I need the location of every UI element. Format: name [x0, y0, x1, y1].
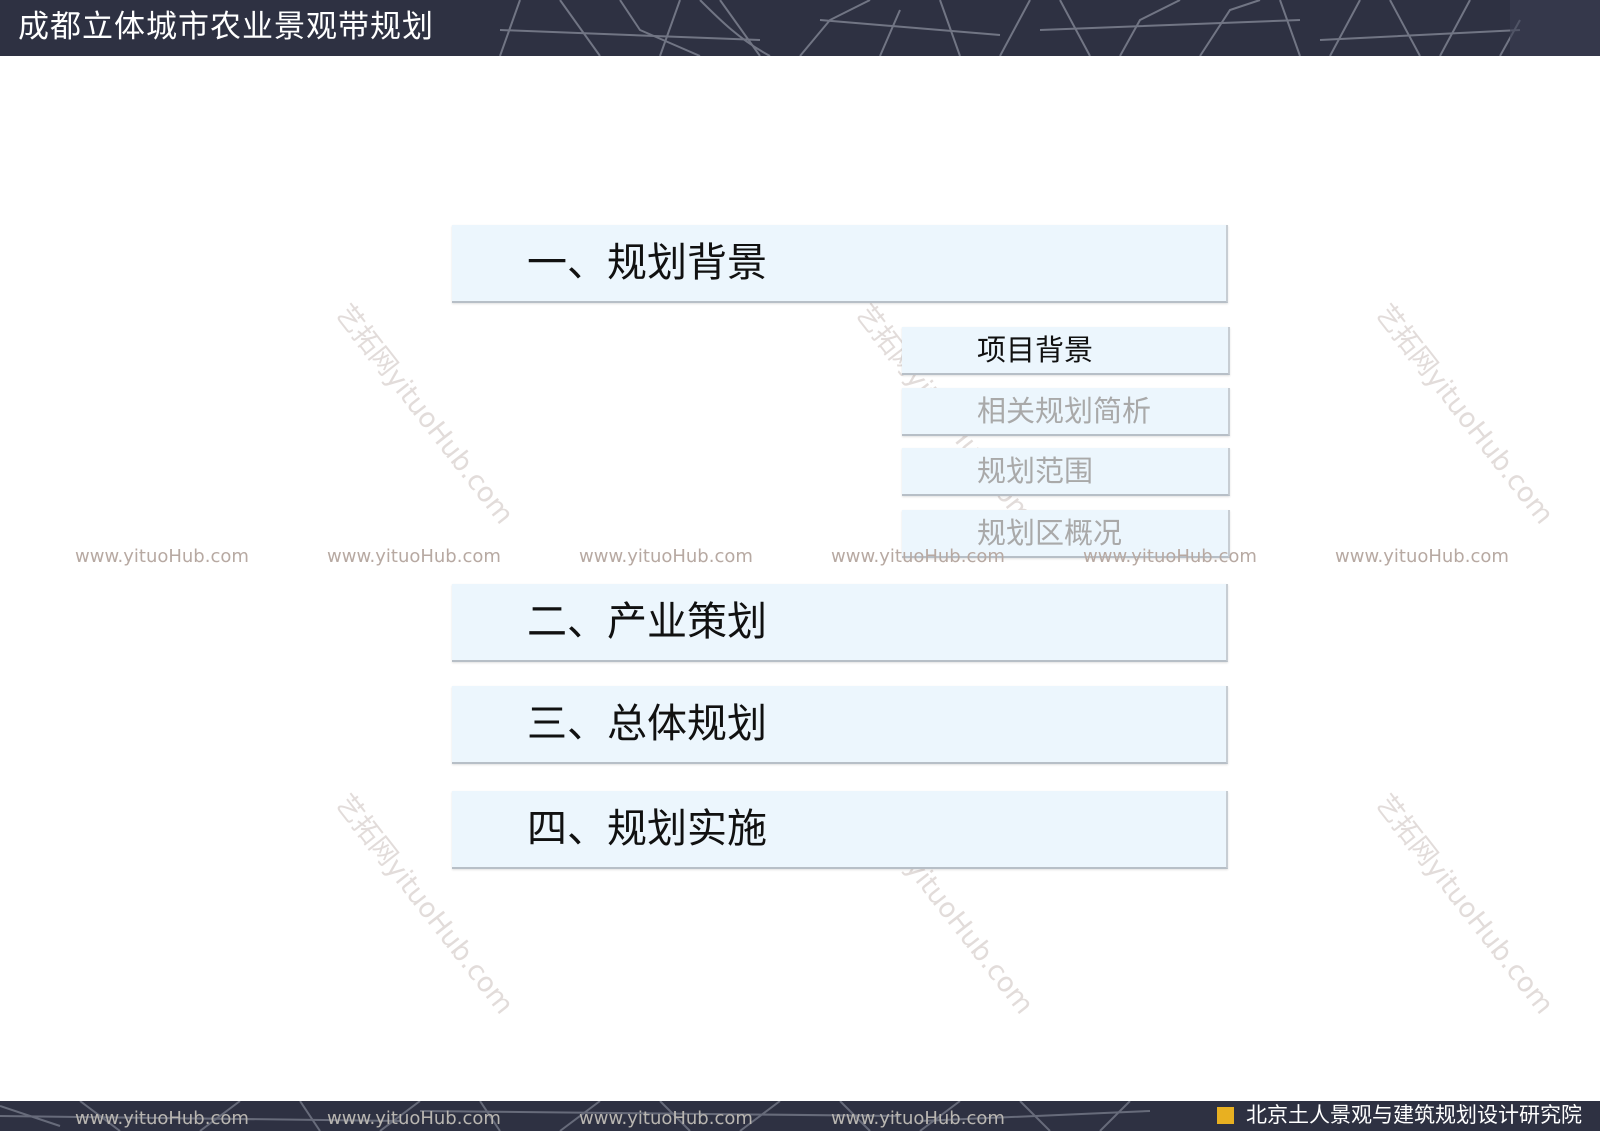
subsection-label: 相关规划简析: [977, 394, 1152, 428]
url-watermark: www.yituoHub.com: [327, 1108, 501, 1129]
url-watermark: www.yituoHub.com: [831, 546, 1005, 567]
subsection-project-background[interactable]: 项目背景: [902, 327, 1230, 375]
subsection-label: 项目背景: [977, 333, 1094, 367]
subsection-planning-scope[interactable]: 规划范围: [902, 448, 1230, 496]
organization-name: 北京土人景观与建筑规划设计研究院: [1246, 1103, 1582, 1127]
url-watermark: www.yituoHub.com: [75, 546, 249, 567]
url-watermark: www.yituoHub.com: [75, 1108, 249, 1129]
section-planning-implementation[interactable]: 四、规划实施: [452, 791, 1228, 869]
diagonal-watermark: 艺拓网yituoHub.com: [329, 298, 520, 531]
url-watermark: www.yituoHub.com: [579, 1108, 753, 1129]
footer-bar: www.yituoHub.com www.yituoHub.com www.yi…: [0, 1101, 1600, 1131]
url-watermark: www.yituoHub.com: [327, 546, 501, 567]
section-industry-planning[interactable]: 二、产业策划: [452, 584, 1228, 662]
url-watermark: www.yituoHub.com: [579, 546, 753, 567]
url-watermark: www.yituoHub.com: [831, 1108, 1005, 1129]
section-label: 四、规划实施: [527, 806, 767, 852]
footer-organization: 北京土人景观与建筑规划设计研究院: [1217, 1103, 1582, 1128]
page-title: 成都立体城市农业景观带规划: [18, 9, 434, 45]
section-label: 三、总体规划: [527, 701, 767, 747]
section-label: 一、规划背景: [527, 240, 767, 286]
header-bar: 成都立体城市农业景观带规划: [0, 0, 1600, 56]
diagonal-watermark: 艺拓网yituoHub.com: [1369, 788, 1560, 1021]
logo-icon: [1217, 1107, 1234, 1124]
section-label: 二、产业策划: [527, 599, 767, 645]
url-watermark: www.yituoHub.com: [1335, 546, 1509, 567]
section-master-planning[interactable]: 三、总体规划: [452, 686, 1228, 764]
url-watermark: www.yituoHub.com: [1083, 546, 1257, 567]
diagonal-watermark: 艺拓网yituoHub.com: [1369, 298, 1560, 531]
subsection-related-planning[interactable]: 相关规划简析: [902, 388, 1230, 436]
subsection-label: 规划范围: [977, 454, 1094, 488]
section-planning-background[interactable]: 一、规划背景: [452, 225, 1228, 303]
